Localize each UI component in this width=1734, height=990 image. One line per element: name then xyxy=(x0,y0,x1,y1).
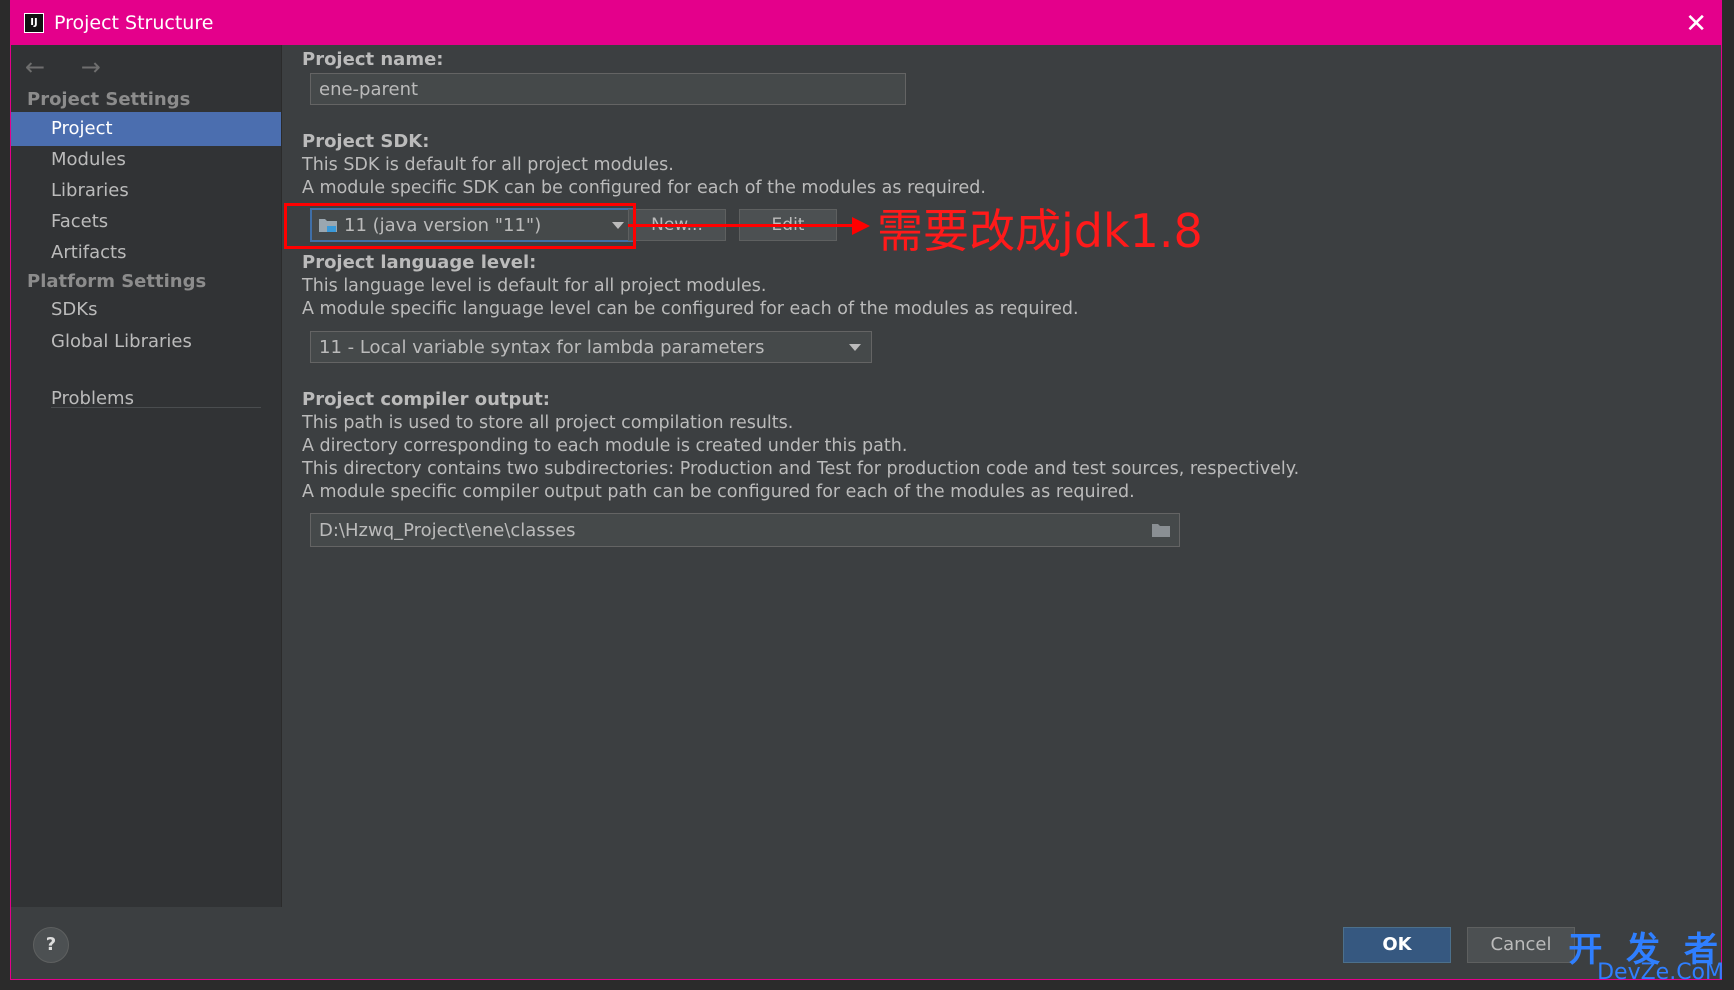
output-description-4: A module specific compiler output path c… xyxy=(302,482,1135,502)
ok-button[interactable]: OK xyxy=(1343,927,1451,963)
language-level-value: 11 - Local variable syntax for lambda pa… xyxy=(319,336,765,358)
project-name-input[interactable]: ene-parent xyxy=(310,73,906,105)
project-sdk-label: Project SDK: xyxy=(302,131,430,152)
sidebar: ← → Project Settings Project Modules Lib… xyxy=(11,45,282,907)
annotation-text: 需要改成jdk1.8 xyxy=(877,204,1203,258)
annotation-arrow-line xyxy=(628,224,858,227)
sidebar-item-project[interactable]: Project xyxy=(11,112,281,146)
language-description-1: This language level is default for all p… xyxy=(302,276,767,296)
sidebar-item-artifacts[interactable]: Artifacts xyxy=(11,236,281,270)
output-description-3: This directory contains two subdirectori… xyxy=(302,459,1300,479)
compiler-output-label: Project compiler output: xyxy=(302,389,551,410)
sidebar-item-global-libraries[interactable]: Global Libraries xyxy=(11,325,281,359)
output-description-1: This path is used to store all project c… xyxy=(302,413,794,433)
project-settings-header: Project Settings xyxy=(27,89,191,110)
watermark-site-text: DevZe.CoM xyxy=(1597,960,1724,985)
sidebar-item-modules[interactable]: Modules xyxy=(11,143,281,177)
annotation-arrow-head-icon xyxy=(852,217,870,235)
compiler-output-path-input[interactable]: D:\Hzwq_Project\ene\classes xyxy=(310,513,1180,547)
sidebar-item-problems[interactable]: Problems xyxy=(11,382,281,416)
platform-settings-header: Platform Settings xyxy=(27,271,207,292)
project-settings-panel: Project name: ene-parent Project SDK: Th… xyxy=(282,45,1721,907)
intellij-app-icon: IJ xyxy=(24,13,44,33)
output-description-2: A directory corresponding to each module… xyxy=(302,436,908,456)
sidebar-item-facets[interactable]: Facets xyxy=(11,205,281,239)
compiler-output-path-value: D:\Hzwq_Project\ene\classes xyxy=(319,519,576,541)
cancel-button[interactable]: Cancel xyxy=(1467,927,1575,963)
browse-folder-icon[interactable] xyxy=(1151,522,1171,538)
title-bar: IJ Project Structure ✕ xyxy=(11,1,1721,45)
chevron-down-icon xyxy=(849,344,861,351)
language-description-2: A module specific language level can be … xyxy=(302,299,1079,319)
project-structure-dialog: IJ Project Structure ✕ ← → Project Setti… xyxy=(10,0,1722,980)
project-name-label: Project name: xyxy=(302,49,444,70)
help-button[interactable]: ? xyxy=(33,927,69,963)
close-icon[interactable]: ✕ xyxy=(1685,9,1707,39)
dialog-title: Project Structure xyxy=(54,12,214,34)
sidebar-item-libraries[interactable]: Libraries xyxy=(11,174,281,208)
sdk-description-1: This SDK is default for all project modu… xyxy=(302,155,674,175)
annotation-highlight-box xyxy=(284,203,636,249)
dialog-footer: ? OK Cancel xyxy=(11,907,1721,979)
project-language-level-label: Project language level: xyxy=(302,252,537,273)
language-level-combo[interactable]: 11 - Local variable syntax for lambda pa… xyxy=(310,331,872,363)
sidebar-item-sdks[interactable]: SDKs xyxy=(11,293,281,327)
back-forward-arrows-icon[interactable]: ← → xyxy=(25,53,115,81)
